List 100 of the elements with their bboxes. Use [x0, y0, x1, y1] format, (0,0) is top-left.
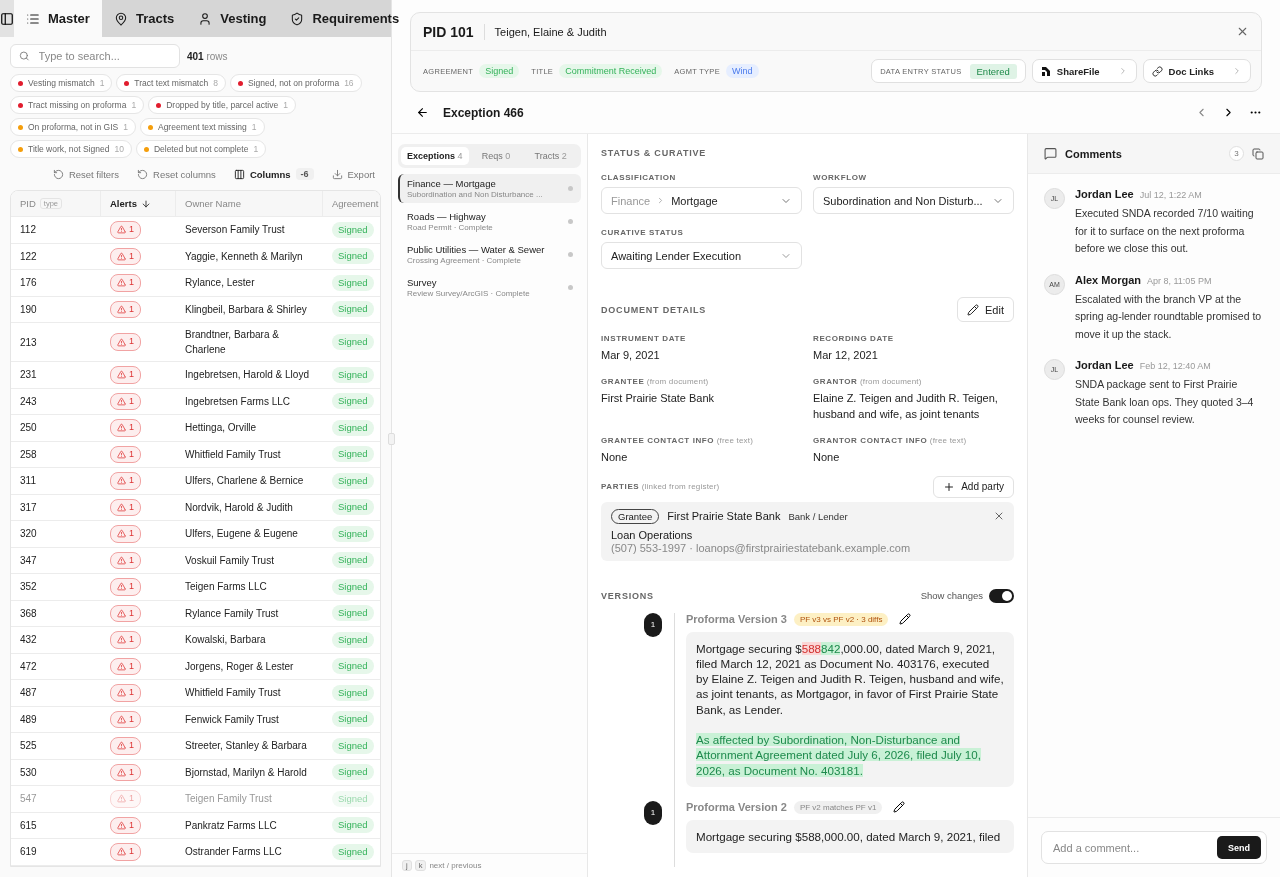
chevron-right-icon	[1232, 66, 1242, 76]
classification-select[interactable]: Finance Mortgage	[601, 187, 802, 214]
owner-cell-text: Pankratz Farms LLC	[184, 818, 278, 833]
agreement-status: Signed	[332, 525, 374, 542]
filter-chip[interactable]: Vesting mismatch 1	[10, 74, 113, 92]
add-party-button[interactable]: Add party	[933, 475, 1014, 498]
warning-icon	[117, 278, 126, 288]
alert-badge: 1	[110, 445, 141, 463]
map-pin-icon	[113, 11, 128, 26]
column-header[interactable]: Alerts	[101, 191, 176, 216]
row-count: 401 rows	[187, 50, 228, 62]
comment-time: Jul 12, 1:22 AM	[1139, 190, 1202, 200]
warning-icon	[117, 847, 126, 857]
segment-tab[interactable]: Reqs 0	[468, 147, 524, 165]
copy-button[interactable]	[1252, 147, 1264, 160]
column-header[interactable]: Agreement	[323, 191, 380, 216]
segment-tab[interactable]: Exceptions 4	[401, 147, 469, 165]
key-hint: next / previous	[429, 861, 482, 870]
agreement-status: Signed	[332, 552, 374, 569]
filter-chip[interactable]: On proforma, not in GIS 1	[10, 118, 136, 136]
exception-item[interactable]: Roads — Highway Road Permit · Complete	[398, 207, 581, 236]
agreement-status: Signed	[332, 684, 374, 701]
field-label: RECORDING DATE	[813, 334, 895, 343]
export-button[interactable]: Export	[331, 168, 375, 180]
comment-time: Feb 12, 12:40 AM	[1139, 361, 1211, 371]
pid-cell-text: 176	[19, 276, 38, 291]
field-label: GRANTEE CONTACT INFO (free text)	[601, 436, 755, 446]
pencil-icon	[893, 801, 906, 814]
edit-button[interactable]: Edit	[957, 297, 1014, 322]
workflow-select[interactable]: Subordination and Non Disturb...	[813, 187, 1014, 214]
alert-badge: 1	[110, 525, 141, 543]
link-button[interactable]: Doc Links	[1142, 59, 1251, 83]
exception-item[interactable]: Public Utilities — Water & Sewer Crossing Agreement · Complete	[398, 240, 581, 269]
send-button[interactable]: Send	[1217, 836, 1261, 859]
close-button[interactable]	[1236, 25, 1249, 38]
warning-icon	[117, 767, 126, 777]
nav-tab[interactable]: Vesting	[186, 0, 279, 37]
link-button[interactable]: ShareFile	[1031, 59, 1137, 83]
sharefile-logo-icon	[1040, 65, 1051, 77]
owner-cell-text: Klingbeil, Barbara & Shirley	[184, 302, 308, 317]
agreement-status: Signed	[332, 248, 374, 265]
search-input[interactable]: Type to search...	[36, 49, 171, 63]
agreement-status: Signed	[332, 499, 374, 516]
owner-cell-text: Severson Family Trust	[184, 223, 286, 238]
owner-cell-text: Teigen Farms LLC	[184, 580, 268, 595]
alert-badge: 1	[110, 419, 141, 437]
owner-cell-text: Ostrander Farms LLC	[184, 845, 283, 860]
version-title: Proforma Version 3	[686, 613, 787, 626]
agreement-status: Signed	[332, 578, 374, 595]
pid-cell-text: 472	[19, 659, 38, 674]
segment-tab[interactable]: Tracts 2	[523, 147, 578, 165]
agreement-status: Signed	[332, 631, 374, 648]
column-header[interactable]: Owner Name	[176, 191, 323, 216]
filter-chip[interactable]: Tract text mismatch 8	[116, 74, 226, 92]
filter-chip[interactable]: Title work, not Signed 10	[10, 140, 132, 158]
close-icon	[1236, 25, 1249, 38]
filter-chip[interactable]: Dropped by title, parcel active 1	[148, 96, 296, 114]
edit-button[interactable]	[893, 801, 906, 814]
exception-item[interactable]: Finance — Mortgage Subordination and Non Disturbance ...	[398, 174, 581, 203]
pid-cell-text: 112	[19, 223, 37, 238]
exception-item[interactable]: Survey Review Survey/ArcGIS · Complete	[398, 273, 581, 302]
nav-tab[interactable]: Tracts	[101, 0, 187, 37]
filter-chip[interactable]: Agreement text missing 1	[139, 118, 265, 136]
pid-cell-text: 368	[19, 606, 38, 621]
edit-button[interactable]	[899, 613, 912, 626]
search-field[interactable]: Type to search...	[10, 44, 180, 68]
party-details: (507) 553-1997 · loanops@firstprairiestatebank.example.com	[611, 541, 912, 554]
sidebar-toggle-button[interactable]	[0, 0, 14, 37]
field-label: PARTIES (linked from register)	[601, 482, 720, 492]
show-changes-toggle[interactable]	[989, 588, 1014, 603]
field-value: None	[813, 450, 841, 466]
curative-status-select[interactable]: Awaiting Lender Execution	[601, 242, 802, 269]
columns-button[interactable]: Columns -6	[233, 168, 314, 180]
owner-cell-text: Jorgens, Roger & Lester	[184, 659, 295, 674]
filter-chip[interactable]: Deleted but not complete 1	[135, 140, 267, 158]
pid-cell-text: 619	[19, 845, 38, 860]
comment-text: SNDA package sent to First Prairie State Bank loan ops. They quoted 3–4 weeks for counsel review.	[1075, 377, 1255, 427]
warning-icon	[117, 688, 126, 698]
section-heading: DOCUMENT DETAILS	[601, 304, 707, 315]
party-name: First Prairie State Bank	[667, 510, 781, 523]
reset-filters-button[interactable]: Reset filters	[52, 168, 120, 180]
warning-icon	[117, 449, 126, 459]
user-icon	[198, 11, 213, 26]
filter-chip[interactable]: Tract missing on proforma 1	[10, 96, 145, 114]
filter-chip[interactable]: Signed, not on proforma 16	[229, 74, 362, 92]
agreement-status: Signed	[332, 301, 374, 318]
list-icon	[26, 11, 40, 26]
nav-tab[interactable]: Master	[14, 0, 102, 37]
reset-columns-button[interactable]: Reset columns	[137, 168, 216, 180]
alert-badge: 1	[110, 684, 141, 702]
warning-icon	[117, 529, 126, 539]
section-heading: STATUS & CURATIVE	[601, 148, 708, 158]
plus-icon	[943, 480, 956, 493]
nav-tab[interactable]: Requirements	[278, 0, 412, 37]
alert-badge: 1	[110, 392, 141, 410]
section-heading: VERSIONS	[601, 590, 654, 601]
back-button[interactable]	[416, 106, 429, 119]
owner-cell-text: Brandtner, Barbara & Charlene	[184, 328, 280, 357]
comment-input[interactable]: Add a comment...	[1051, 840, 1217, 855]
comment-field[interactable]: Add a comment... Send	[1041, 831, 1267, 864]
